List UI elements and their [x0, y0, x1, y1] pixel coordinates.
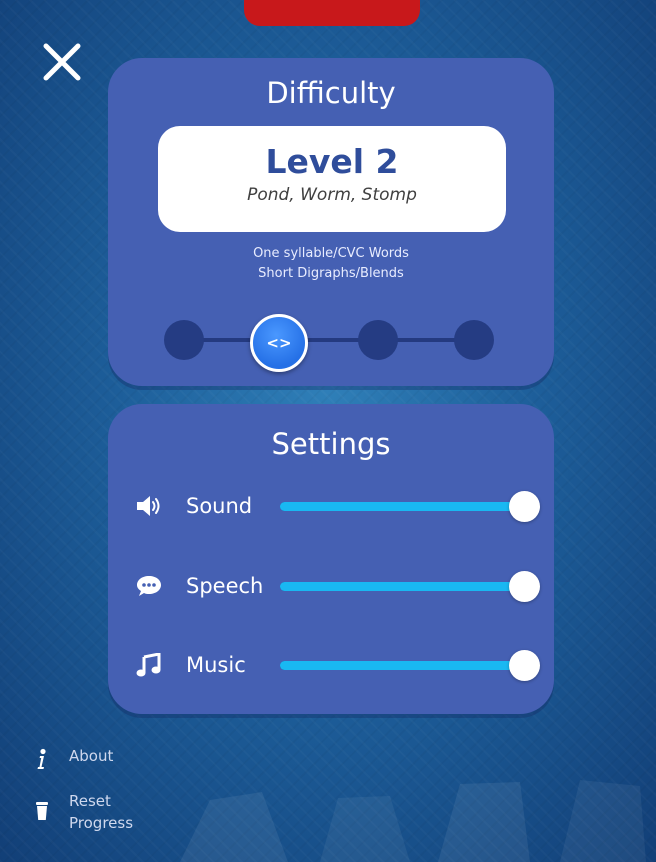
- level-dot-1[interactable]: [164, 320, 204, 360]
- trash-icon: [30, 800, 54, 822]
- top-red-tab: [244, 0, 420, 26]
- speech-label: Speech: [186, 574, 264, 598]
- level-slider-track[interactable]: [186, 338, 476, 342]
- speech-setting-row: Speech: [108, 566, 554, 606]
- settings-panel: Settings Sound Speech Music: [108, 404, 554, 714]
- sound-setting-row: Sound: [108, 486, 554, 526]
- level-description-line2: Short Digraphs/Blends: [258, 266, 404, 281]
- speaker-icon: [136, 494, 162, 518]
- about-label: About: [69, 747, 114, 765]
- music-note-icon: [136, 652, 162, 677]
- speech-slider[interactable]: [280, 571, 540, 602]
- sound-label: Sound: [186, 494, 253, 518]
- close-icon: [43, 43, 81, 81]
- level-slider-handle[interactable]: <>: [250, 314, 308, 372]
- reset-progress-label: Reset Progress: [69, 790, 133, 834]
- reset-label-line2: Progress: [69, 814, 134, 832]
- level-title: Level 2: [265, 142, 399, 181]
- settings-title: Settings: [271, 427, 391, 461]
- difficulty-panel: Difficulty Level 2 Pond, Worm, Stomp One…: [108, 58, 554, 386]
- info-icon: [30, 748, 54, 770]
- level-dot-3[interactable]: [358, 320, 398, 360]
- music-slider[interactable]: [280, 650, 540, 681]
- level-dot-4[interactable]: [454, 320, 494, 360]
- music-setting-row: Music: [108, 645, 554, 685]
- speech-bubble-icon: [136, 574, 162, 598]
- sound-slider-fill: [280, 502, 524, 511]
- background-letters-decoration: [170, 760, 650, 862]
- close-button[interactable]: [40, 40, 84, 84]
- sound-slider-thumb[interactable]: [509, 491, 540, 522]
- music-slider-fill: [280, 661, 524, 670]
- speech-slider-thumb[interactable]: [509, 571, 540, 602]
- level-examples: Pond, Worm, Stomp: [247, 185, 417, 205]
- music-slider-thumb[interactable]: [509, 650, 540, 681]
- reset-label-line1: Reset: [69, 792, 111, 810]
- sound-slider[interactable]: [280, 491, 540, 522]
- difficulty-title: Difficulty: [266, 76, 396, 110]
- music-label: Music: [186, 653, 246, 677]
- level-card: Level 2 Pond, Worm, Stomp: [158, 126, 506, 232]
- level-description-line1: One syllable/CVC Words: [253, 246, 409, 261]
- speech-slider-fill: [280, 582, 524, 591]
